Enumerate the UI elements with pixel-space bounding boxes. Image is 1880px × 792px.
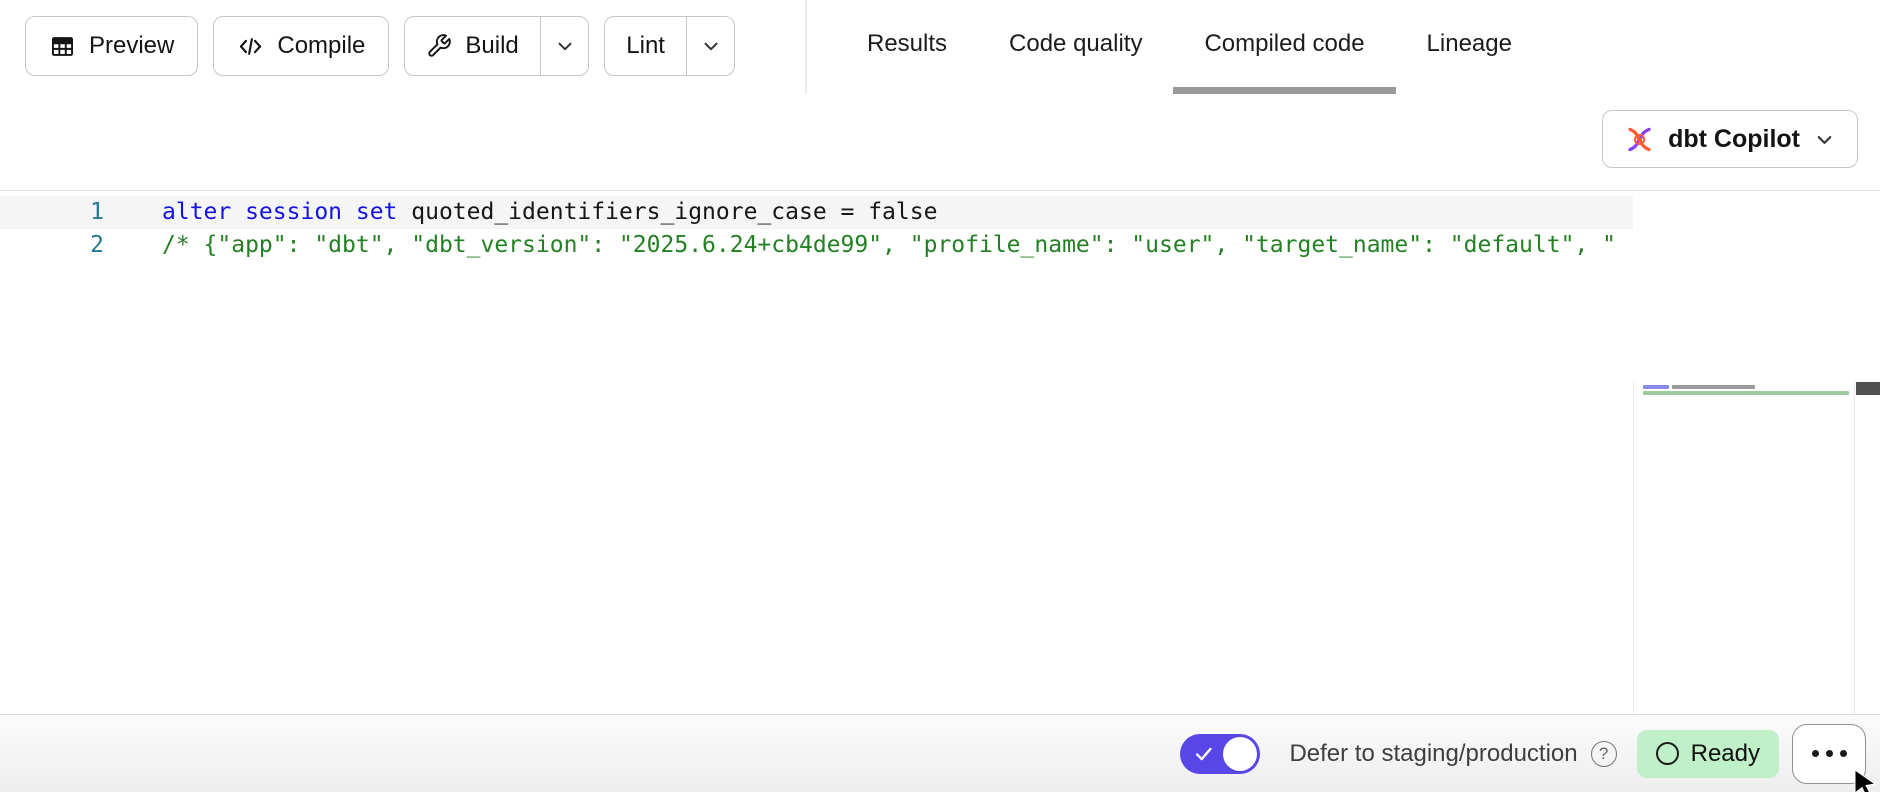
build-split-button: Build: [404, 16, 589, 76]
toolbar: Preview Compile Build: [25, 16, 735, 76]
code-lines: 1alter session set quoted_identifiers_ig…: [0, 196, 1633, 262]
lint-menu-button[interactable]: [687, 17, 734, 75]
status-badge: Ready: [1637, 730, 1779, 778]
line-number: 1: [0, 196, 110, 229]
dbt-ide-panel: Preview Compile Build: [0, 0, 1880, 792]
line-number: 2: [0, 229, 110, 262]
lint-button[interactable]: Lint: [605, 17, 686, 75]
header: Preview Compile Build: [0, 0, 1880, 94]
lint-split-button: Lint: [604, 16, 735, 76]
minimap-keyword-mark: [1643, 385, 1669, 389]
dbt-copilot-label: dbt Copilot: [1668, 125, 1800, 154]
tab-code-quality[interactable]: Code quality: [978, 0, 1173, 94]
minimap-code-mark: [1672, 385, 1755, 389]
minimap-line: [1643, 385, 1755, 389]
preview-label: Preview: [89, 32, 174, 60]
compile-button[interactable]: Compile: [213, 16, 389, 76]
ellipsis-icon: [1826, 750, 1833, 757]
tab-compiled-code[interactable]: Compiled code: [1173, 0, 1395, 94]
build-label: Build: [465, 32, 518, 60]
preview-button[interactable]: Preview: [25, 16, 198, 76]
tab-results[interactable]: Results: [836, 0, 978, 94]
compile-label: Compile: [277, 32, 365, 60]
mouse-cursor: [1853, 768, 1880, 792]
code-line[interactable]: 1alter session set quoted_identifiers_ig…: [0, 196, 1633, 229]
ready-label: Ready: [1691, 740, 1760, 768]
code-text: /* {"app": "dbt", "dbt_version": "2025.6…: [110, 229, 1616, 262]
chevron-down-icon: [700, 35, 722, 57]
help-icon[interactable]: ?: [1591, 741, 1617, 767]
build-menu-button[interactable]: [541, 17, 588, 75]
dbt-logo-icon: [1624, 124, 1655, 155]
ellipsis-icon: [1840, 750, 1847, 757]
wrench-icon: [426, 33, 452, 59]
code-brackets-icon: [237, 33, 264, 60]
code-editor[interactable]: 1alter session set quoted_identifiers_ig…: [0, 190, 1880, 714]
check-icon: [1192, 743, 1216, 765]
minimap-line: [1643, 391, 1849, 395]
table-grid-icon: [49, 33, 76, 60]
status-bar: Defer to staging/production ? Ready: [0, 714, 1880, 792]
scrollbar-thumb[interactable]: [1856, 382, 1880, 395]
toolbar-tab-divider: [805, 0, 807, 94]
minimap-comment-mark: [1643, 391, 1849, 395]
toggle-knob: [1223, 737, 1257, 771]
code-text: alter session set quoted_identifiers_ign…: [110, 196, 937, 229]
tab-lineage[interactable]: Lineage: [1396, 0, 1543, 94]
defer-label: Defer to staging/production: [1289, 740, 1577, 768]
chevron-down-icon: [554, 35, 576, 57]
code-line[interactable]: 2/* {"app": "dbt", "dbt_version": "2025.…: [0, 229, 1633, 262]
build-button[interactable]: Build: [405, 17, 539, 75]
defer-toggle[interactable]: [1180, 734, 1260, 774]
circle-outline-icon: [1656, 742, 1679, 765]
chevron-down-icon: [1813, 128, 1836, 151]
tab-bar: ResultsCode qualityCompiled codeLineage: [836, 0, 1543, 94]
lint-label: Lint: [626, 32, 665, 60]
ellipsis-icon: [1812, 750, 1819, 757]
dbt-copilot-button[interactable]: dbt Copilot: [1602, 110, 1858, 168]
